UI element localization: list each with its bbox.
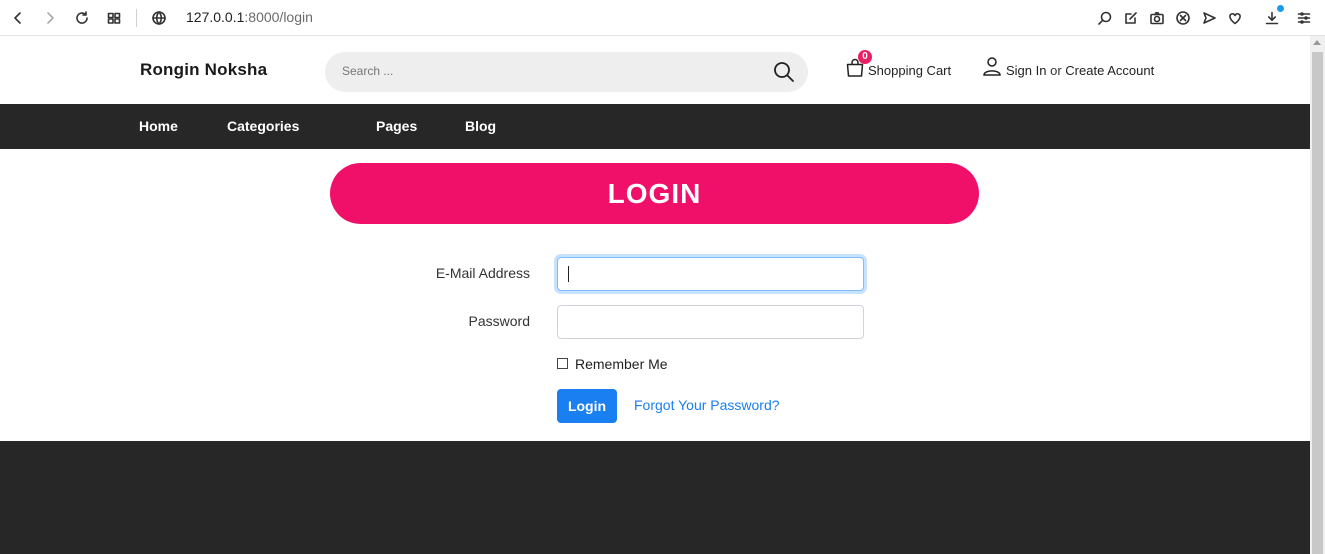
address-bar[interactable]: 127.0.0.1:8000/login: [186, 8, 313, 26]
brand-logo[interactable]: Rongin Noksha: [140, 60, 267, 80]
page: 127.0.0.1:8000/login Rongin Noksha Searc…: [0, 0, 1325, 554]
cart-count-badge: 0: [858, 50, 872, 64]
reload-icon[interactable]: [71, 7, 93, 29]
password-label: Password: [468, 313, 530, 329]
send-icon[interactable]: [1198, 7, 1220, 29]
or-text: or: [1050, 63, 1062, 78]
text-caret: [568, 266, 569, 282]
nav-item-categories[interactable]: Categories: [227, 118, 299, 134]
edit-icon[interactable]: [1120, 7, 1142, 29]
page-scrollbar[interactable]: [1310, 36, 1325, 554]
login-banner: LOGIN: [330, 163, 979, 224]
back-icon[interactable]: [7, 7, 29, 29]
camera-icon[interactable]: [1146, 7, 1168, 29]
site-header: Rongin Noksha Search ... 0 Shopping Cart…: [0, 36, 1310, 104]
search-icon[interactable]: [772, 60, 796, 84]
url-host: 127.0.0.1: [186, 9, 245, 25]
main-nav: Home Categories Pages Blog: [0, 104, 1310, 149]
url-path: :8000/login: [244, 9, 313, 25]
nav-item-blog[interactable]: Blog: [465, 118, 496, 134]
forgot-password-link[interactable]: Forgot Your Password?: [634, 397, 780, 413]
remember-me-label: Remember Me: [575, 356, 668, 372]
nav-item-home[interactable]: Home: [139, 118, 178, 134]
download-notification-dot: [1277, 5, 1284, 12]
login-heading: LOGIN: [607, 177, 702, 209]
account-label: Sign In or Create Account: [1006, 63, 1154, 78]
email-field[interactable]: [557, 257, 864, 291]
sign-in-link[interactable]: Sign In: [1006, 63, 1046, 78]
footer: [0, 441, 1310, 554]
email-label: E-Mail Address: [435, 265, 530, 281]
scroll-up-arrow[interactable]: [1313, 40, 1321, 45]
create-account-link[interactable]: Create Account: [1065, 63, 1154, 78]
block-icon[interactable]: [1172, 7, 1194, 29]
search-input[interactable]: Search ...: [342, 64, 393, 78]
forward-icon[interactable]: [39, 7, 61, 29]
zoom-search-icon[interactable]: [1094, 7, 1116, 29]
nav-item-pages[interactable]: Pages: [376, 118, 417, 134]
password-field[interactable]: [557, 305, 864, 339]
tabs-grid-icon[interactable]: [103, 7, 125, 29]
heart-icon[interactable]: [1224, 7, 1246, 29]
remember-me-checkbox[interactable]: [557, 358, 568, 369]
login-button[interactable]: Login: [557, 389, 617, 423]
toolbar-divider: [136, 9, 137, 27]
cart-label: Shopping Cart: [868, 63, 952, 78]
menu-icon[interactable]: [1293, 7, 1315, 29]
user-icon: [982, 56, 1002, 76]
browser-toolbar: 127.0.0.1:8000/login: [0, 0, 1325, 36]
search-bar[interactable]: Search ...: [325, 52, 808, 92]
globe-icon[interactable]: [148, 7, 170, 29]
scrollbar-thumb[interactable]: [1312, 52, 1323, 554]
